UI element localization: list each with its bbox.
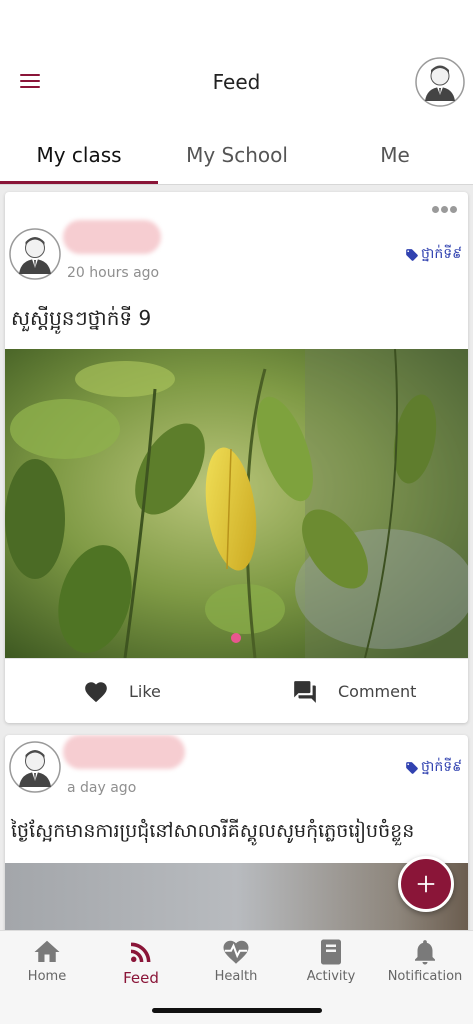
- profile-avatar[interactable]: [415, 57, 465, 107]
- nav-activity-label: Activity: [306, 969, 356, 984]
- tab-bar: My class My School Me: [0, 130, 473, 185]
- nav-activity[interactable]: Activity: [284, 937, 378, 984]
- author-avatar[interactable]: [9, 741, 61, 793]
- post-timestamp: 20 hours ago: [67, 265, 160, 281]
- post-text: សួស្ដីប្អូនៗថ្នាក់ទី 9: [11, 306, 152, 330]
- tag-icon: [406, 248, 418, 261]
- post-photo[interactable]: [5, 349, 468, 658]
- nav-notification[interactable]: Notification: [378, 937, 472, 984]
- class-tag-label: ថ្នាក់ទី៩: [420, 246, 462, 262]
- nav-health[interactable]: Health: [189, 937, 283, 984]
- post-actions: Like Comment: [5, 658, 468, 723]
- post-photo[interactable]: [5, 863, 468, 935]
- create-post-button[interactable]: [398, 856, 454, 912]
- class-tag-label: ថ្នាក់ទី៩: [420, 759, 462, 775]
- nav-feed-label: Feed: [123, 969, 159, 987]
- like-button[interactable]: Like: [83, 659, 161, 723]
- nav-health-label: Health: [214, 969, 258, 984]
- nav-notification-label: Notification: [387, 969, 463, 984]
- book-icon: [321, 939, 341, 965]
- tab-my-school[interactable]: My School: [158, 130, 316, 184]
- comment-icon: [294, 680, 316, 703]
- class-tag[interactable]: ថ្នាក់ទី៩: [405, 757, 462, 778]
- home-icon: [34, 940, 60, 962]
- like-label: Like: [129, 682, 161, 701]
- nav-home[interactable]: Home: [0, 937, 94, 984]
- nav-home-label: Home: [27, 969, 67, 984]
- heart-icon: [85, 681, 107, 702]
- bell-icon: [415, 940, 435, 965]
- comment-button[interactable]: Comment: [292, 659, 416, 723]
- author-avatar[interactable]: [9, 228, 61, 280]
- comment-label: Comment: [338, 682, 417, 701]
- app-bar: Feed: [0, 0, 473, 130]
- author-name-redacted: [63, 220, 161, 254]
- page-title: Feed: [212, 70, 261, 94]
- rss-feed-icon: [131, 942, 151, 962]
- active-tab-indicator: [0, 181, 158, 184]
- class-tag[interactable]: ថ្នាក់ទី៩: [405, 244, 462, 265]
- nav-feed[interactable]: Feed: [94, 937, 188, 987]
- plus-icon: [417, 875, 435, 893]
- post-card: a day ago ថ្នាក់ទី៩ ថ្ងៃស្អែកមានការប្រជុ…: [5, 735, 468, 935]
- post-card: 20 hours ago ថ្នាក់ទី៩ សួស្ដីប្អូនៗថ្នាក…: [5, 192, 468, 723]
- tab-me[interactable]: Me: [316, 130, 473, 184]
- more-options-icon[interactable]: [432, 198, 462, 213]
- tag-icon: [406, 761, 418, 774]
- author-name-redacted: [63, 735, 185, 769]
- post-text: ថ្ងៃស្អែកមានការប្រជុំនៅសាលារីគីស្គូលសូមក…: [11, 820, 415, 842]
- tab-my-class[interactable]: My class: [0, 130, 158, 184]
- post-timestamp: a day ago: [67, 780, 137, 796]
- heart-pulse-icon: [223, 940, 249, 964]
- home-indicator: [152, 1008, 322, 1013]
